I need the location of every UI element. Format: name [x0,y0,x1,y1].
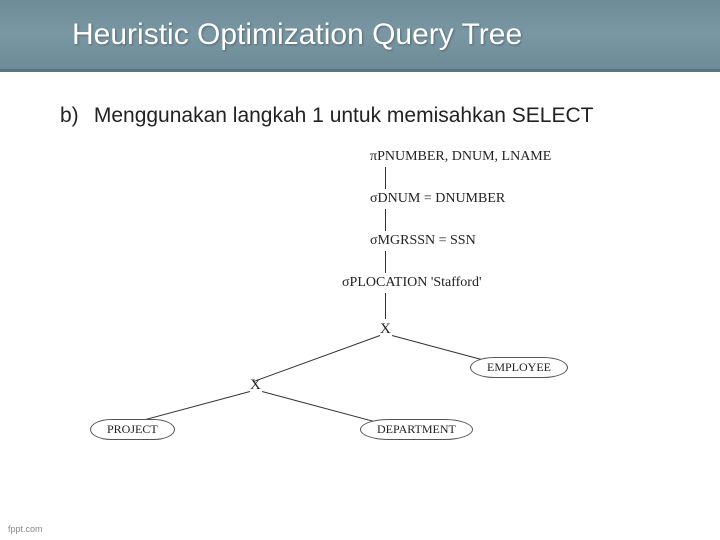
sigma-operator-2: σMGRSSN = SSN [370,233,476,249]
sigma-operator-3: σPLOCATION 'Stafford' [342,275,482,291]
list-text: Menggunakan langkah 1 untuk memisahkan S… [94,102,654,129]
edge [385,293,386,319]
footer-credit: fppt.com [8,524,43,534]
edge [385,167,386,189]
edge [385,251,386,273]
list-marker: b) [60,102,88,129]
leaf-project: PROJECT [90,419,175,440]
body-text: b) Menggunakan langkah 1 untuk memisahka… [0,72,720,129]
slide-header: Heuristic Optimization Query Tree [0,0,720,72]
slide-title: Heuristic Optimization Query Tree [72,18,522,52]
query-tree-diagram: πPNUMBER, DNUM, LNAME σDNUM = DNUMBER σM… [60,149,660,459]
pi-operator: πPNUMBER, DNUM, LNAME [370,149,551,165]
cross-product-1: X [380,321,391,338]
leaf-employee: EMPLOYEE [470,357,568,378]
edge [253,335,380,382]
edge [385,209,386,231]
sigma-operator-1: σDNUM = DNUMBER [370,191,505,207]
leaf-department: DEPARTMENT [360,419,473,440]
cross-product-2: X [250,377,261,394]
